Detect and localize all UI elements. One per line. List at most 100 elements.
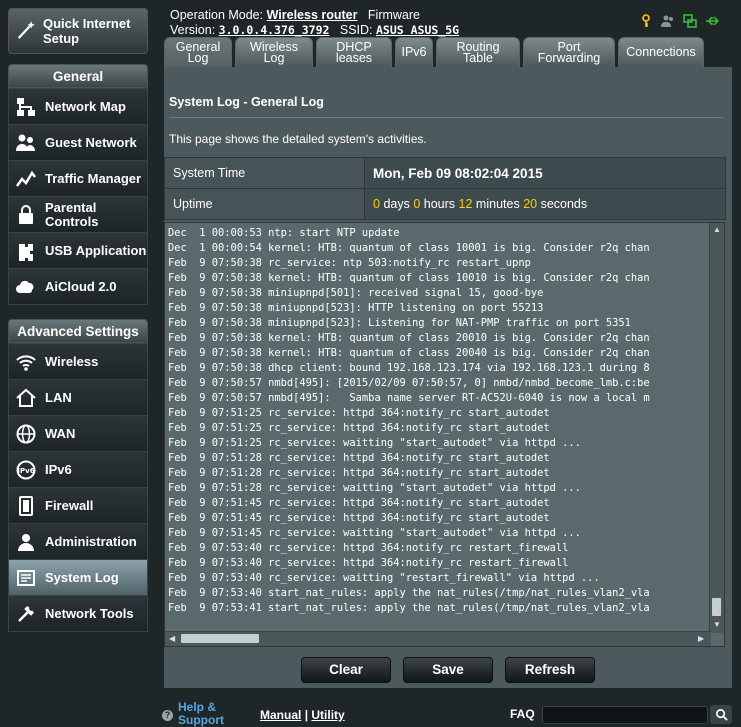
help-support-link[interactable]: Help & Support xyxy=(178,701,238,727)
tab-dhcp-leases[interactable]: DHCP leases xyxy=(316,37,392,67)
log-lines: Dec 1 00:00:53 ntp: start NTP update Dec … xyxy=(168,226,708,616)
nav-label: AiCloud 2.0 xyxy=(45,278,117,294)
log-line: Feb 9 07:51:25 rc_service: httpd 364:not… xyxy=(168,407,550,419)
tab-wireless-log[interactable]: Wireless Log xyxy=(235,37,313,67)
log-line: Feb 9 07:53:40 rc_service: httpd 364:not… xyxy=(168,542,569,554)
page-description: This page shows the detailed system's ac… xyxy=(169,132,427,146)
log-line: Feb 9 07:50:57 nmbd[495]: Samba name ser… xyxy=(168,392,650,404)
faq-search-button[interactable] xyxy=(710,705,732,724)
nav-label: IPv6 xyxy=(45,461,72,477)
quick-internet-setup-label: Quick Internet Setup xyxy=(43,16,131,46)
utility-link[interactable]: Utility xyxy=(311,708,344,722)
faq-search-input[interactable] xyxy=(542,706,708,724)
nav-guest-network[interactable]: Guest Network xyxy=(9,124,147,160)
log-line: Feb 9 07:53:41 start_nat_rules: apply th… xyxy=(168,602,650,614)
general-nav: Network Map Guest Network Traffic Manage… xyxy=(8,88,148,305)
log-textarea[interactable]: Dec 1 00:00:53 ntp: start NTP update Dec … xyxy=(164,222,725,647)
scroll-down-icon[interactable]: ▼ xyxy=(713,620,721,629)
scroll-left-icon[interactable]: ◀ xyxy=(169,634,175,643)
log-line: Feb 9 07:51:45 rc_service: httpd 364:not… xyxy=(168,512,550,524)
nav-firewall[interactable]: Firewall xyxy=(9,487,147,523)
tab-ipv6[interactable]: IPv6 xyxy=(395,37,433,67)
log-line: Feb 9 07:51:45 rc_service: waitting "sta… xyxy=(168,527,581,539)
uptime-minutes: 12 xyxy=(458,197,473,211)
magic-wand-icon xyxy=(15,19,37,44)
system-time-label: System Time xyxy=(164,157,365,189)
log-line: Feb 9 07:53:40 rc_service: httpd 364:not… xyxy=(168,557,569,569)
vertical-scroll-thumb[interactable] xyxy=(712,598,721,616)
log-line: Feb 9 07:50:38 kernel: HTB: quantum of c… xyxy=(168,347,650,359)
log-line: Feb 9 07:50:38 miniupnpd[523]: Listening… xyxy=(168,317,631,329)
nav-wireless[interactable]: Wireless xyxy=(9,343,147,379)
nav-lan[interactable]: LAN xyxy=(9,379,147,415)
nav-label: USB Application xyxy=(45,242,147,258)
tab-connections[interactable]: Connections xyxy=(618,37,704,67)
nav-wan[interactable]: WAN xyxy=(9,415,147,451)
firmware-label: Firmware xyxy=(367,8,421,22)
guest-network-icon xyxy=(15,132,37,154)
nav-label: Parental Controls xyxy=(45,199,99,229)
advanced-nav: Wireless LAN WAN IPv6 IPv6 Firewall Admi… xyxy=(8,343,148,632)
system-info-table: System Time Mon, Feb 09 08:02:04 2015 Up… xyxy=(164,157,726,220)
firewall-icon xyxy=(15,495,37,517)
scroll-up-icon[interactable]: ▲ xyxy=(713,225,721,234)
horizontal-scroll-thumb[interactable] xyxy=(181,634,259,643)
tab-routing-table[interactable]: Routing Table xyxy=(436,37,520,67)
table-row: System Time Mon, Feb 09 08:02:04 2015 xyxy=(164,157,726,189)
manual-link[interactable]: Manual xyxy=(260,708,301,722)
footer: ? Help & Support Manual | Utility FAQ xyxy=(162,700,741,727)
uptime-days: 0 xyxy=(373,197,380,211)
tab-general-log[interactable]: General Log xyxy=(164,37,232,67)
log-line: Feb 9 07:51:28 rc_service: waitting "sta… xyxy=(168,482,581,494)
operation-mode-link[interactable]: Wireless router xyxy=(267,8,358,22)
nav-traffic-manager[interactable]: Traffic Manager xyxy=(9,160,147,196)
traffic-manager-icon xyxy=(15,168,37,190)
vertical-scrollbar[interactable]: ▲ ▼ xyxy=(709,223,724,633)
operation-mode-label: Operation Mode: xyxy=(170,8,264,22)
uptime-minutes-unit: minutes xyxy=(475,197,520,211)
nav-parental-controls[interactable]: Parental Controls xyxy=(9,196,147,232)
save-button[interactable]: Save xyxy=(403,657,493,683)
nav-label: Guest Network xyxy=(45,134,137,150)
firmware-version-link[interactable]: 3.0.0.4.376_3792 xyxy=(219,23,330,37)
general-section-title: General xyxy=(8,64,148,88)
administration-icon xyxy=(15,531,37,553)
nav-administration[interactable]: Administration xyxy=(9,523,147,559)
uptime-hours-unit: hours xyxy=(423,197,456,211)
nav-network-map[interactable]: Network Map xyxy=(9,88,147,124)
tools-icon xyxy=(15,603,37,625)
nav-aicloud[interactable]: AiCloud 2.0 xyxy=(9,268,147,304)
version-label: Version: xyxy=(170,23,216,37)
nav-ipv6[interactable]: IPv6 IPv6 xyxy=(9,451,147,487)
nav-label: Administration xyxy=(45,533,137,549)
network-map-icon xyxy=(15,96,37,118)
tab-port-forwarding[interactable]: Port Forwarding xyxy=(523,37,615,67)
quick-internet-setup-button[interactable]: Quick Internet Setup xyxy=(8,8,148,54)
horizontal-scrollbar[interactable]: ◀ ▶ xyxy=(165,631,711,646)
refresh-button[interactable]: Refresh xyxy=(505,657,595,683)
usb-status-icon[interactable] xyxy=(705,14,720,28)
log-line: Feb 9 07:53:40 start_nat_rules: apply th… xyxy=(168,587,650,599)
help-icon: ? xyxy=(162,710,173,721)
clients-icon[interactable] xyxy=(661,14,675,28)
link-separator: | xyxy=(304,708,309,722)
log-line: Feb 9 07:50:38 miniupnpd[501]: received … xyxy=(168,287,544,299)
footer-links: Manual | Utility xyxy=(260,708,345,722)
key-icon[interactable] xyxy=(639,14,653,28)
clear-button[interactable]: Clear xyxy=(301,657,391,683)
ssid-value[interactable]: ASUS ASUS_5G xyxy=(376,23,459,37)
nav-system-log[interactable]: System Log xyxy=(9,559,147,595)
system-time-value: Mon, Feb 09 08:02:04 2015 xyxy=(373,165,543,181)
divider xyxy=(169,117,724,118)
network-status-icon[interactable] xyxy=(683,14,697,28)
log-tabs: General Log Wireless Log DHCP leases IPv… xyxy=(164,37,704,67)
nav-network-tools[interactable]: Network Tools xyxy=(9,595,147,631)
nav-label: Network Tools xyxy=(45,605,134,621)
log-line: Feb 9 07:51:45 rc_service: httpd 364:not… xyxy=(168,497,550,509)
nav-usb-application[interactable]: USB Application xyxy=(9,232,147,268)
main-panel: System Log - General Log This page shows… xyxy=(164,67,732,688)
log-line: Feb 9 07:51:25 rc_service: httpd 364:not… xyxy=(168,422,550,434)
scroll-right-icon[interactable]: ▶ xyxy=(698,634,704,643)
system-log-icon xyxy=(15,567,37,589)
uptime-label: Uptime xyxy=(164,188,365,220)
